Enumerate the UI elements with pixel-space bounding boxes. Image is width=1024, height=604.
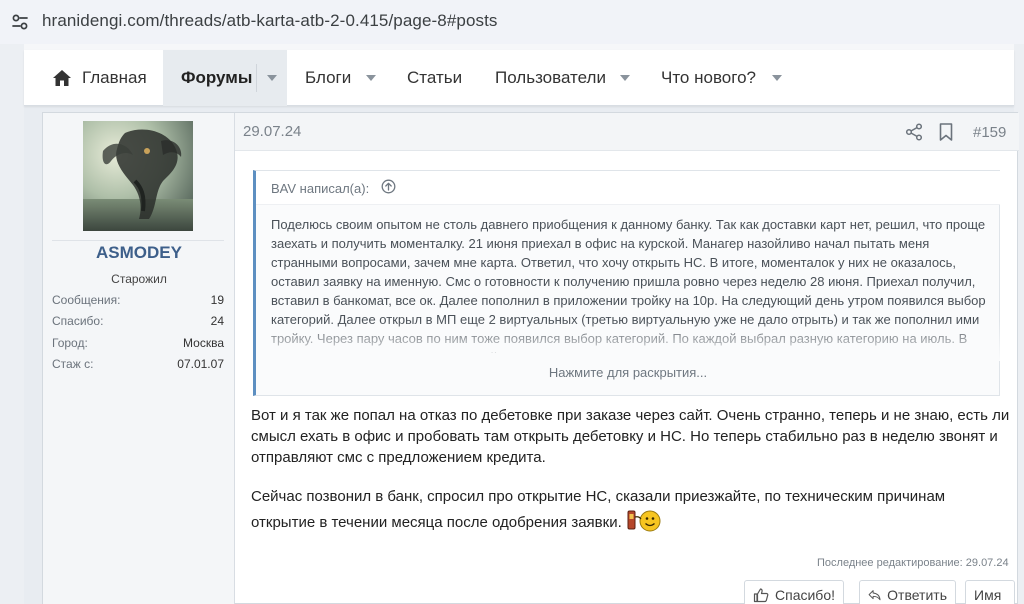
stat-value: Москва <box>183 336 224 350</box>
nav-whats-new[interactable]: Что нового? <box>661 50 756 106</box>
post-paragraph: Вот и я так же попал на отказ по дебетов… <box>251 407 1010 466</box>
browser-address-bar[interactable]: hranidengi.com/threads/atb-karta-atb-2-0… <box>0 0 1024 44</box>
nav-articles-label: Статьи <box>407 68 463 87</box>
nav-users-label: Пользователи <box>495 68 606 87</box>
avatar-image <box>83 121 193 231</box>
thanks-button[interactable]: Спасибо! <box>744 580 844 604</box>
reply-button[interactable]: Ответить <box>859 580 956 604</box>
thumbs-up-icon <box>753 588 769 603</box>
stat-value: 19 <box>210 293 224 307</box>
name-label: Имя <box>974 587 1002 603</box>
quote-author[interactable]: BAV написал(а): <box>271 181 369 196</box>
reply-icon <box>868 590 881 601</box>
bookmark-icon[interactable] <box>939 123 953 141</box>
user-stat-row: Спасибо: 24 <box>52 314 224 334</box>
nav-users[interactable]: Пользователи <box>495 50 606 106</box>
edited-note: Последнее редактирование: 29.07.24 <box>817 557 1009 569</box>
nav-blogs-dropdown[interactable] <box>366 50 376 106</box>
user-avatar[interactable] <box>83 121 193 231</box>
user-stat-row: Стаж с: 07.01.07 <box>52 357 224 377</box>
stat-label: Город: <box>52 336 88 350</box>
post-paragraph: Сейчас позвонил в банк, спросил про откр… <box>251 488 946 531</box>
arrow-up-circle-icon[interactable] <box>381 179 396 194</box>
thanks-label: Спасибо! <box>775 587 835 603</box>
quote-fade-overlay <box>256 321 1000 361</box>
post-user-info: ASMODEY Старожил Сообщения: 19 Спасибо: … <box>43 113 235 604</box>
user-stat-row: Город: Москва <box>52 336 224 356</box>
forum-post: ASMODEY Старожил Сообщения: 19 Спасибо: … <box>42 112 1019 604</box>
chevron-down-icon <box>620 75 630 81</box>
smiley-phone-icon <box>627 510 661 532</box>
chevron-down-icon <box>772 75 782 81</box>
reply-label: Ответить <box>887 587 947 603</box>
chevron-down-icon <box>366 75 376 81</box>
nav-forums-label: Форумы <box>181 68 253 87</box>
nav-blogs-label: Блоги <box>305 68 352 87</box>
page-left-margin <box>0 44 24 604</box>
nav-whats-new-dropdown[interactable] <box>772 50 782 106</box>
post-main: 29.07.24 #159 BAV написал(а): Поделюсь с… <box>235 113 1019 604</box>
share-icon[interactable] <box>905 123 923 141</box>
nav-blogs[interactable]: Блоги <box>305 50 351 106</box>
post-number[interactable]: #159 <box>973 124 1006 141</box>
stat-value: 24 <box>210 314 224 328</box>
main-navigation: Главная Форумы Блоги Статьи Пользователи… <box>24 50 1014 106</box>
user-title: Старожил <box>111 272 167 286</box>
nav-users-dropdown[interactable] <box>620 50 630 106</box>
stat-label: Стаж с: <box>52 357 94 371</box>
nav-forums-dropdown[interactable] <box>257 50 287 106</box>
nav-articles[interactable]: Статьи <box>407 50 462 106</box>
stat-value: 07.01.07 <box>177 357 224 371</box>
nav-whats-new-label: Что нового? <box>661 68 756 87</box>
name-button[interactable]: Имя <box>965 580 1015 604</box>
post-body: Вот и я так же попал на отказ по дебетов… <box>251 405 1011 551</box>
nav-home[interactable]: Главная <box>52 50 147 106</box>
chevron-down-icon <box>267 75 277 81</box>
stat-label: Спасибо: <box>52 314 104 328</box>
stat-label: Сообщения: <box>52 293 121 307</box>
post-date[interactable]: 29.07.24 <box>243 123 301 140</box>
url-text[interactable]: hranidengi.com/threads/atb-karta-atb-2-0… <box>42 11 498 31</box>
quote-block: BAV написал(а): Поделюсь своим опытом не… <box>253 170 1000 396</box>
username-divider <box>52 240 224 241</box>
post-paragraph-with-smiley: Сейчас позвонил в банк, спросил про откр… <box>251 486 1011 533</box>
username[interactable]: ASMODEY <box>43 243 235 263</box>
post-header: 29.07.24 #159 <box>235 113 1019 151</box>
nav-home-label: Главная <box>82 68 147 87</box>
site-settings-icon[interactable] <box>10 12 30 32</box>
home-icon <box>53 70 71 86</box>
quote-expand-link[interactable]: Нажмите для раскрытия... <box>256 365 1000 380</box>
quote-header: BAV написал(а): <box>256 171 1000 205</box>
user-stat-row: Сообщения: 19 <box>52 293 224 313</box>
